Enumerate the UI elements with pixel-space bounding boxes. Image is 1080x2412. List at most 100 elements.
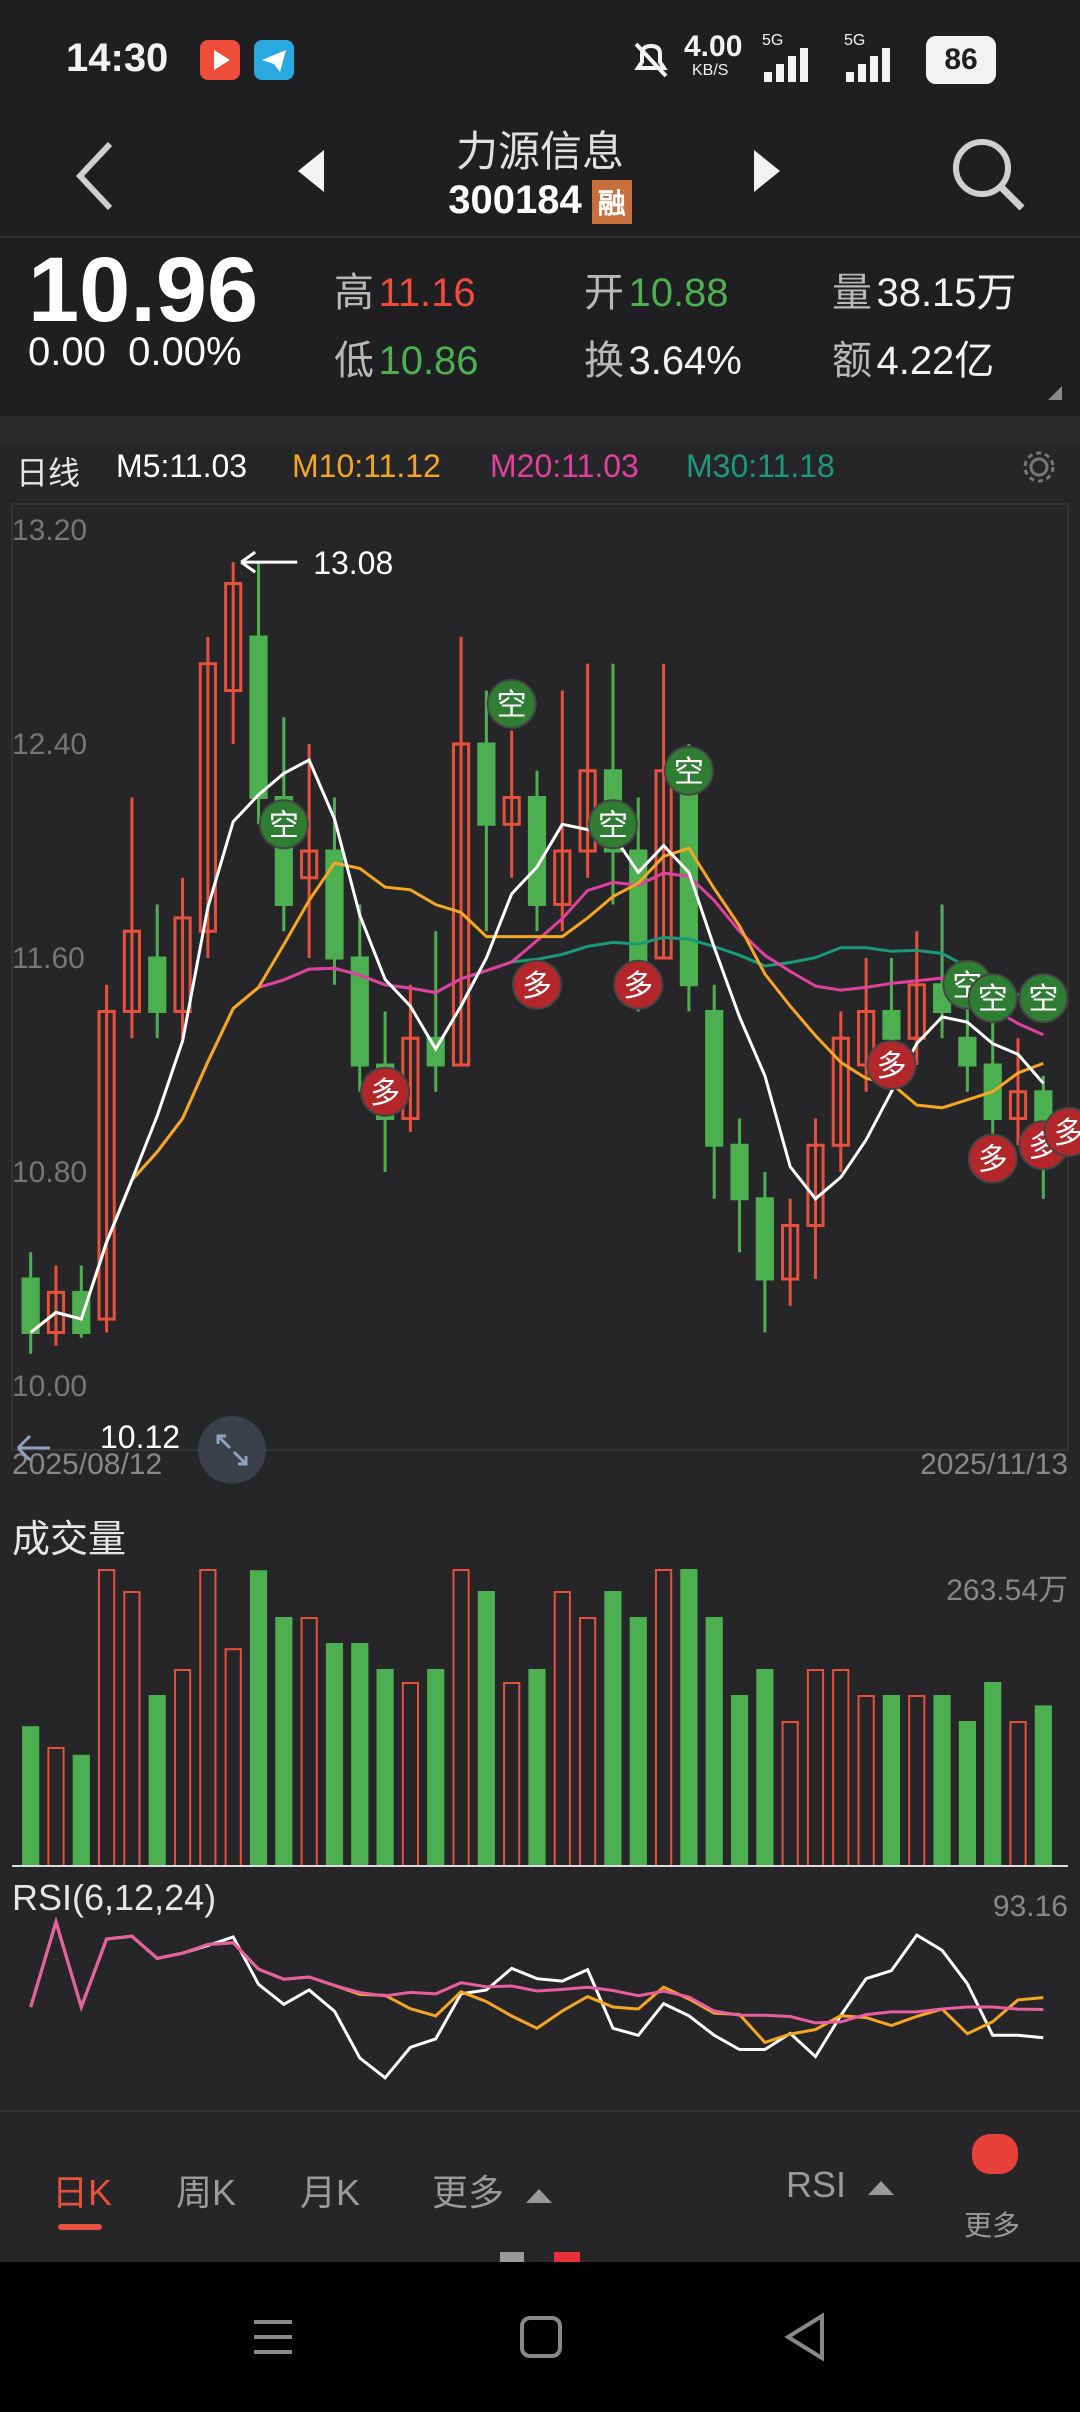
indicator-selector[interactable]: RSI: [786, 2164, 896, 2206]
price-change: 0.00: [28, 330, 106, 374]
page-dot-inactive: [500, 2252, 524, 2262]
telegram-app-icon: [254, 40, 294, 80]
volume-bar: [376, 1669, 394, 1867]
amount-value: 4.22亿: [876, 339, 995, 383]
volume-bar: [249, 1570, 268, 1867]
sell-signal-label: 空: [269, 808, 299, 843]
signal-icon-1: [762, 46, 818, 87]
candle-body: [730, 1143, 749, 1201]
volume-bar: [528, 1669, 546, 1867]
low-value: 10.86: [378, 339, 479, 383]
bottom-tab-bar: 日K 周K 月K 更多 RSI 更多: [0, 2110, 1080, 2262]
scroll-left-icon[interactable]: [14, 1430, 54, 1471]
volume-bar: [477, 1591, 495, 1867]
volume-bar: [351, 1643, 369, 1867]
high-stat: 高 11.16: [334, 260, 476, 318]
tab-more[interactable]: 更多: [432, 2164, 554, 2216]
candle-body: [755, 1197, 774, 1281]
volume-bar: [148, 1695, 166, 1867]
rsi-line-24: [29, 1916, 1044, 2025]
settings-gear-icon[interactable]: [1022, 450, 1056, 484]
tab-month-k[interactable]: 月K: [300, 2164, 360, 2216]
volume-bar: [199, 1569, 217, 1867]
sell-signal-label: 空: [1028, 982, 1058, 1017]
high-value: 11.16: [378, 271, 476, 315]
search-icon[interactable]: [950, 132, 1026, 223]
open-stat: 开 10.88: [584, 260, 729, 318]
volume-stat: 量 38.15万: [832, 260, 1017, 318]
volume-bar: [958, 1721, 976, 1867]
volume-bar: [224, 1648, 242, 1867]
candlestick-chart[interactable]: 13.2012.4011.6010.8010.00空空空空空空 空多多 多多多 多多1…: [0, 490, 1080, 2110]
volume-bar: [654, 1569, 673, 1867]
volume-bar: [173, 1669, 192, 1867]
fullscreen-button[interactable]: [198, 1416, 266, 1484]
chart-area[interactable]: 日线 M5:11.03 M10:11.12 M20:11.03 M30:11.1…: [0, 444, 1080, 2110]
volume-bar: [47, 1747, 65, 1867]
period-label[interactable]: 日线: [16, 448, 80, 494]
max-arrow: [240, 550, 298, 574]
volume-label: 量: [832, 271, 872, 315]
volume-bar: [730, 1695, 749, 1867]
volume-bar: [1034, 1705, 1052, 1868]
candle-body: [249, 635, 268, 799]
expand-corner-icon[interactable]: [1046, 384, 1064, 407]
open-label: 开: [584, 271, 624, 315]
rsi-title: RSI(6,12,24): [12, 1877, 216, 1918]
battery-icon: 86: [926, 36, 996, 84]
menu-icon[interactable]: [250, 2314, 296, 2365]
sell-signal-label: 空: [598, 808, 628, 843]
turnover-label: 换: [584, 339, 624, 383]
low-stat: 低 10.86: [334, 328, 479, 386]
volume-bar: [629, 1617, 647, 1867]
tab-week-k[interactable]: 周K: [176, 2164, 236, 2216]
next-stock-icon[interactable]: [748, 146, 784, 201]
mute-icon: [630, 38, 672, 85]
ma10-label: M10:11.12: [292, 448, 441, 484]
net-unit: KB/S: [692, 62, 729, 79]
candle-body: [527, 796, 547, 906]
volume-bar: [1009, 1721, 1027, 1867]
y-tick-label: 10.80: [12, 1156, 87, 1189]
sell-signal-label: 空: [674, 755, 704, 790]
sell-signal-label: 空: [497, 688, 527, 723]
volume-bar: [857, 1695, 875, 1867]
rsi-line-6: [29, 1916, 1044, 2080]
y-tick-label: 13.20: [12, 514, 87, 547]
home-icon[interactable]: [518, 2314, 564, 2365]
video-app-icon: [200, 40, 240, 80]
buy-signal-label: 多: [978, 1143, 1008, 1178]
volume-bar: [984, 1682, 1002, 1867]
volume-bar: [123, 1591, 141, 1867]
volume-bar: [72, 1754, 90, 1868]
candle-body: [882, 1010, 901, 1040]
volume-bar: [705, 1617, 723, 1867]
candle-body: [477, 742, 496, 826]
ma-legend: 日线 M5:11.03 M10:11.12 M20:11.03 M30:11.1…: [0, 444, 1080, 491]
open-value: 10.88: [628, 271, 729, 315]
back-nav-icon[interactable]: [782, 2312, 828, 2367]
divider: [0, 416, 1080, 444]
candle-body: [325, 849, 344, 960]
tab-day-k[interactable]: 日K: [52, 2164, 112, 2216]
volume-bar: [275, 1617, 293, 1867]
volume-bar: [882, 1695, 901, 1867]
buy-signal-label: 多: [522, 969, 552, 1004]
more-button-label[interactable]: 更多: [964, 2204, 1020, 2244]
buy-signal-label: 多: [876, 1049, 906, 1084]
page-dot-active: [554, 2252, 580, 2262]
buy-signal-label: 多: [1054, 1116, 1080, 1151]
buy-signal-label: 多: [623, 969, 653, 1004]
system-nav-bar: [0, 2262, 1080, 2412]
stock-header: 力源信息 300184 融: [0, 118, 1080, 238]
more-red-icon[interactable]: [972, 2134, 1018, 2174]
low-label: 低: [334, 339, 374, 383]
ma5-label: M5:11.03: [116, 448, 248, 484]
signal-icon-2: [844, 46, 900, 87]
volume-bar: [832, 1669, 850, 1867]
volume-title: 成交量: [12, 1517, 126, 1561]
turnover-stat: 换 3.64%: [584, 328, 742, 386]
tab-more-label: 更多: [432, 2172, 505, 2213]
candle-body: [148, 956, 167, 1013]
candle-body: [21, 1277, 40, 1334]
